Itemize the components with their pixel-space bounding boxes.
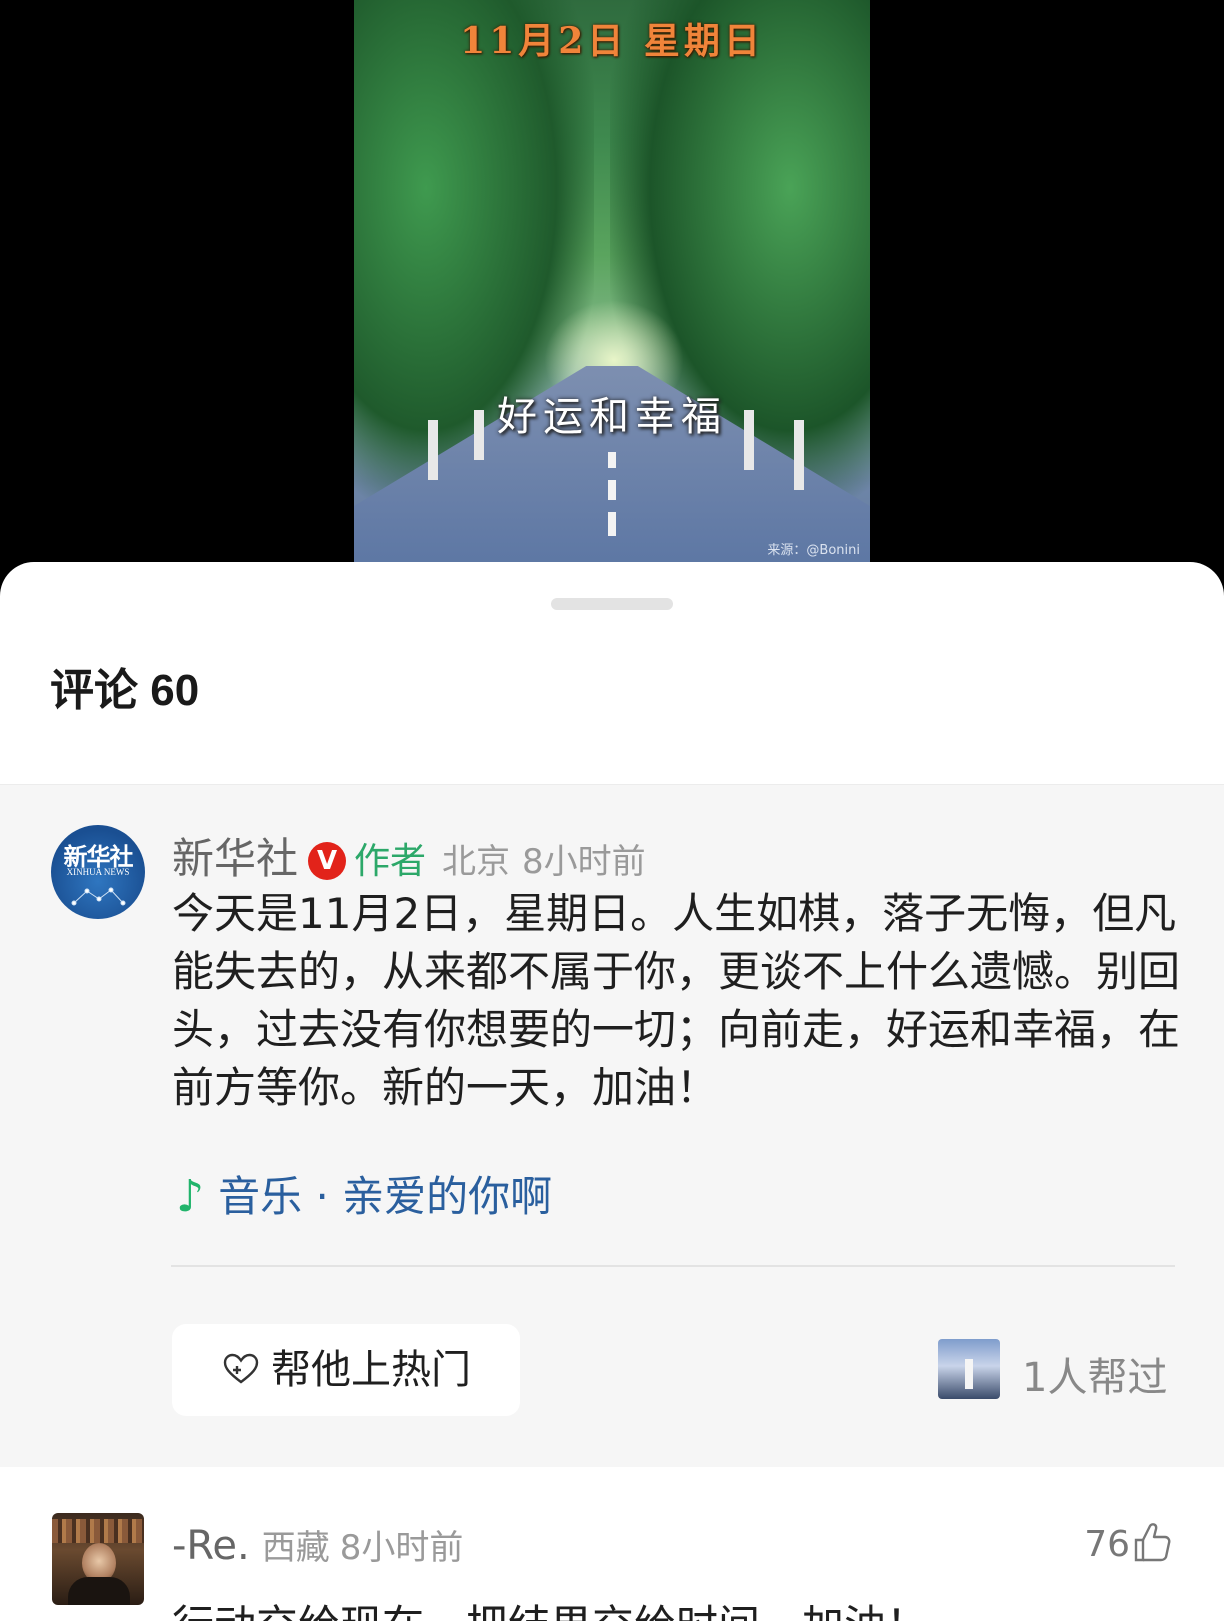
comments-title: 评论 60 xyxy=(50,666,200,715)
video-date-overlay: 11月2日 星期日 xyxy=(460,20,764,62)
boost-hot-label: 帮他上热门 xyxy=(271,1347,471,1393)
lane-mark xyxy=(608,512,616,536)
bookshelf-image xyxy=(52,1519,144,1543)
commenter-name[interactable]: -Re. xyxy=(172,1523,250,1569)
author-tag: 作者 xyxy=(354,841,427,882)
pinned-comment-text: 今天是11月2日，星期日。人生如棋，落子无悔，但凡能失去的，从来都不属于你，更谈… xyxy=(172,889,1181,1112)
helper-count[interactable]: 1人帮过 xyxy=(1022,1345,1167,1403)
tower-image xyxy=(965,1359,973,1389)
commenter-avatar[interactable] xyxy=(52,1513,144,1605)
comment-meta: -Re. 西藏 8小时前 xyxy=(172,1520,473,1569)
comment-time: 8小时前 xyxy=(522,842,646,882)
video-source-label: 来源：@Bonini xyxy=(767,543,860,558)
video-caption-overlay: 好运和幸福 xyxy=(497,394,727,440)
body-image xyxy=(68,1577,130,1605)
drag-handle[interactable] xyxy=(551,598,673,610)
commenter-location: 西藏 xyxy=(261,1528,330,1568)
pinned-comment: 新华社 XINHUA NEWS 新华社 V 作者 北京 8小时前 今天是11月2日，星期… xyxy=(0,784,1224,1467)
thumbs-up-icon[interactable] xyxy=(1132,1520,1172,1564)
network-dots-icon xyxy=(71,887,126,906)
author-avatar[interactable]: 新华社 XINHUA NEWS xyxy=(51,825,145,919)
comment-time: 8小时前 xyxy=(339,1528,464,1568)
author-location: 北京 xyxy=(442,842,511,882)
like-count: 76 xyxy=(1084,1524,1130,1565)
avatar-logo-subtext: XINHUA NEWS xyxy=(66,867,130,877)
video-player[interactable]: 11月2日 星期日 好运和幸福 来源：@Bonini xyxy=(354,0,870,566)
lane-mark xyxy=(608,480,616,500)
boost-hot-button[interactable]: 帮他上热门 xyxy=(172,1324,520,1416)
heart-plus-icon xyxy=(221,1324,261,1416)
music-link-label: 音乐 · 亲爱的你啊 xyxy=(218,1172,553,1221)
music-link[interactable]: ♪ 音乐 · 亲爱的你啊 xyxy=(176,1163,552,1224)
helper-avatar[interactable] xyxy=(938,1339,1000,1399)
verified-badge-icon: V xyxy=(308,842,347,880)
author-name[interactable]: 新华社 xyxy=(172,834,298,883)
lane-mark xyxy=(608,452,616,468)
comment-text: 行动交给现在，把结果交给时间，加油！ xyxy=(172,1592,928,1621)
divider xyxy=(171,1265,1175,1267)
pinned-meta: 新华社 V 作者 北京 8小时前 xyxy=(172,825,658,886)
comment-sheet: 评论 60 新华社 XINHUA NEWS 新华社 V 作者 北京 8小时前 今天是11… xyxy=(0,562,1224,1621)
music-note-icon: ♪ xyxy=(176,1171,205,1222)
